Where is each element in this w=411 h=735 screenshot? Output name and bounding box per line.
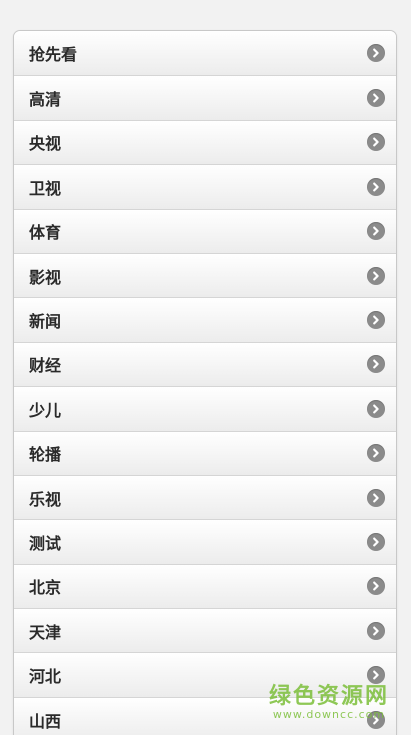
list-item[interactable]: 乐视	[14, 474, 396, 520]
list-item[interactable]: 卫视	[14, 164, 396, 209]
chevron-right-circle-icon[interactable]	[367, 222, 385, 241]
list-item-label: 体育	[29, 223, 62, 243]
list-item[interactable]: 央视	[14, 119, 396, 165]
list-item-label: 少儿	[29, 400, 62, 420]
list-item[interactable]: 少儿	[14, 386, 396, 431]
list-item[interactable]: 测试	[14, 519, 396, 564]
list-item-label: 影视	[29, 267, 62, 287]
list-item[interactable]: 山西	[14, 696, 396, 735]
chevron-right-circle-icon[interactable]	[367, 710, 385, 729]
list-item[interactable]: 北京	[14, 563, 396, 609]
list-item[interactable]: 河北	[14, 652, 396, 697]
chevron-right-circle-icon[interactable]	[367, 666, 385, 685]
list-item[interactable]: 影视	[14, 252, 396, 298]
list-item-label: 轮播	[29, 445, 62, 465]
list-item-label: 高清	[29, 90, 62, 110]
chevron-right-circle-icon[interactable]	[367, 177, 385, 196]
chevron-right-circle-icon[interactable]	[367, 44, 385, 63]
list-item[interactable]: 财经	[14, 341, 396, 387]
list-item[interactable]: 体育	[14, 208, 396, 253]
list-item-label: 新闻	[29, 312, 62, 332]
screen: 抢先看 高清 央视 卫视 体育 影视 新闻 财经 少儿 轮播 乐视 测试 北京 天津 河北 山西 绿色资源网 …	[0, 0, 411, 735]
list-item-label: 天津	[29, 622, 62, 642]
list-item[interactable]: 轮播	[14, 430, 396, 475]
list-item-label: 财经	[29, 356, 62, 376]
list-item-label: 抢先看	[29, 45, 78, 65]
channel-list: 抢先看高清央视卫视体育影视新闻财经少儿轮播乐视测试北京天津河北山西	[13, 30, 397, 735]
list-item-label: 山西	[29, 711, 62, 731]
list-item-label: 卫视	[29, 178, 62, 198]
chevron-right-circle-icon[interactable]	[367, 621, 385, 640]
chevron-right-circle-icon[interactable]	[367, 266, 385, 285]
list-item-label: 河北	[29, 667, 62, 687]
list-item[interactable]: 天津	[14, 608, 396, 653]
chevron-right-circle-icon[interactable]	[367, 399, 385, 418]
chevron-right-circle-icon[interactable]	[367, 133, 385, 152]
list-item-label: 央视	[29, 134, 62, 154]
list-item[interactable]: 高清	[14, 75, 396, 120]
list-item-label: 乐视	[29, 489, 62, 509]
list-item-label: 北京	[29, 578, 62, 598]
chevron-right-circle-icon[interactable]	[367, 577, 385, 596]
chevron-right-circle-icon[interactable]	[367, 89, 385, 108]
chevron-right-circle-icon[interactable]	[367, 355, 385, 374]
chevron-right-circle-icon[interactable]	[367, 444, 385, 463]
chevron-right-circle-icon[interactable]	[367, 532, 385, 551]
list-item[interactable]: 新闻	[14, 297, 396, 342]
list-item[interactable]: 抢先看	[14, 31, 396, 76]
chevron-right-circle-icon[interactable]	[367, 311, 385, 330]
chevron-right-circle-icon[interactable]	[367, 488, 385, 507]
list-item-label: 测试	[29, 533, 62, 553]
